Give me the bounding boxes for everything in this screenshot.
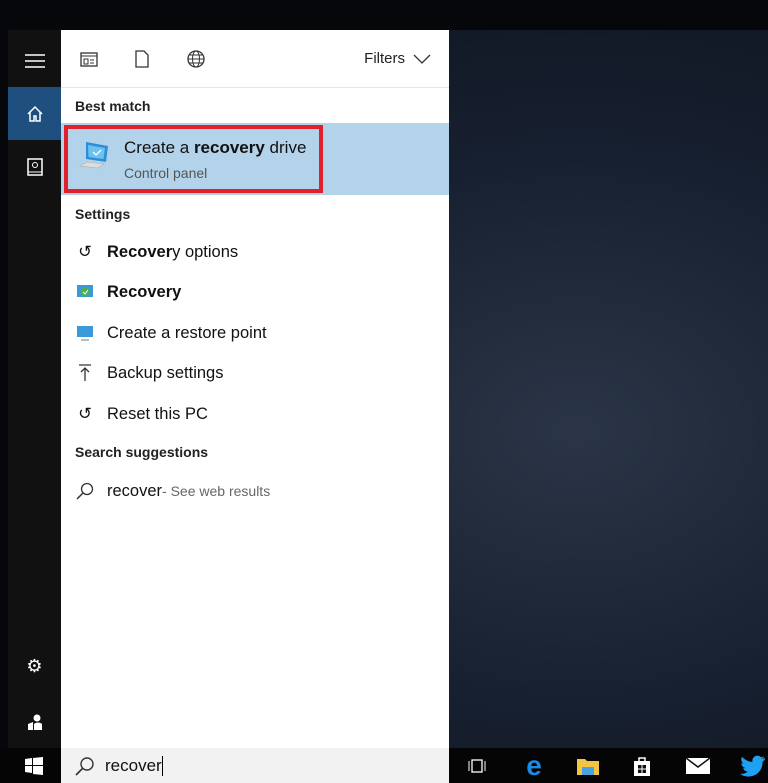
search-input[interactable]: recover	[61, 748, 449, 783]
best-match-title: Create a recovery drive	[124, 138, 307, 157]
text-caret	[161, 755, 163, 776]
globe-icon	[187, 50, 205, 68]
best-match-heading: Best match	[75, 98, 151, 114]
start-button[interactable]	[19, 752, 49, 780]
apps-filter-button[interactable]	[79, 49, 99, 69]
search-icon	[75, 756, 94, 776]
edge-button[interactable]: e	[519, 750, 549, 781]
filter-toolbar: Filters	[61, 30, 449, 88]
store-bag-icon	[634, 757, 650, 776]
notebook-button[interactable]	[8, 140, 61, 193]
feedback-icon	[27, 714, 42, 730]
settings-item-recovery[interactable]: Recovery	[61, 272, 449, 312]
mail-button[interactable]	[683, 752, 713, 780]
computer-icon	[61, 325, 107, 341]
filters-label: Filters	[364, 50, 405, 67]
folder-icon	[577, 759, 599, 775]
filters-dropdown[interactable]: Filters	[364, 50, 431, 67]
start-rail: ⚙	[8, 30, 61, 748]
settings-item-backup[interactable]: Backup settings	[61, 353, 449, 393]
home-button[interactable]	[8, 87, 61, 140]
web-suggestion[interactable]: recover - See web results	[61, 471, 449, 511]
suggestion-web-label: - See web results	[162, 483, 271, 499]
suggestion-query: recover	[107, 481, 163, 500]
settings-heading: Settings	[75, 206, 131, 222]
gear-icon: ⚙	[26, 656, 43, 676]
settings-item-recovery-options[interactable]: ↺ Recovery options	[61, 232, 449, 272]
recovery-icon	[61, 284, 107, 300]
desktop-edge	[0, 30, 8, 748]
mail-icon	[685, 757, 711, 774]
feedback-button[interactable]	[8, 695, 61, 748]
search-value: recover	[105, 755, 162, 775]
web-filter-button[interactable]	[186, 49, 206, 69]
file-explorer-button[interactable]	[573, 752, 603, 780]
settings-item-reset[interactable]: ↺ Reset this PC	[61, 394, 449, 434]
chevron-down-icon	[413, 54, 431, 64]
search-icon	[61, 482, 107, 500]
upload-arrow-icon	[61, 364, 107, 382]
reset-icon: ↺	[78, 405, 92, 423]
hamburger-icon	[24, 53, 45, 68]
document-icon	[135, 50, 149, 68]
store-button[interactable]	[627, 752, 657, 780]
settings-item-restore-point[interactable]: Create a restore point	[61, 313, 449, 353]
hamburger-menu-button[interactable]	[8, 34, 61, 87]
home-icon	[26, 105, 43, 122]
twitter-bird-icon	[740, 755, 765, 777]
best-match-result[interactable]: Create a recovery drive Control panel	[61, 123, 449, 195]
recovery-drive-icon	[79, 142, 108, 169]
apps-icon	[80, 51, 98, 67]
twitter-button[interactable]	[738, 752, 768, 780]
task-view-button[interactable]	[462, 752, 492, 780]
best-match-subtitle: Control panel	[124, 165, 208, 181]
search-results-panel: Filters Best match Create a recovery dri…	[61, 30, 449, 748]
windows-logo-icon	[25, 757, 43, 775]
settings-button[interactable]: ⚙	[8, 640, 61, 693]
history-icon: ↺	[78, 243, 92, 261]
task-view-icon	[468, 759, 486, 773]
search-suggestions-heading: Search suggestions	[75, 444, 209, 460]
documents-filter-button[interactable]	[132, 49, 152, 69]
edge-icon: e	[526, 750, 542, 781]
top-bar	[0, 0, 768, 30]
notebook-icon	[26, 157, 43, 176]
